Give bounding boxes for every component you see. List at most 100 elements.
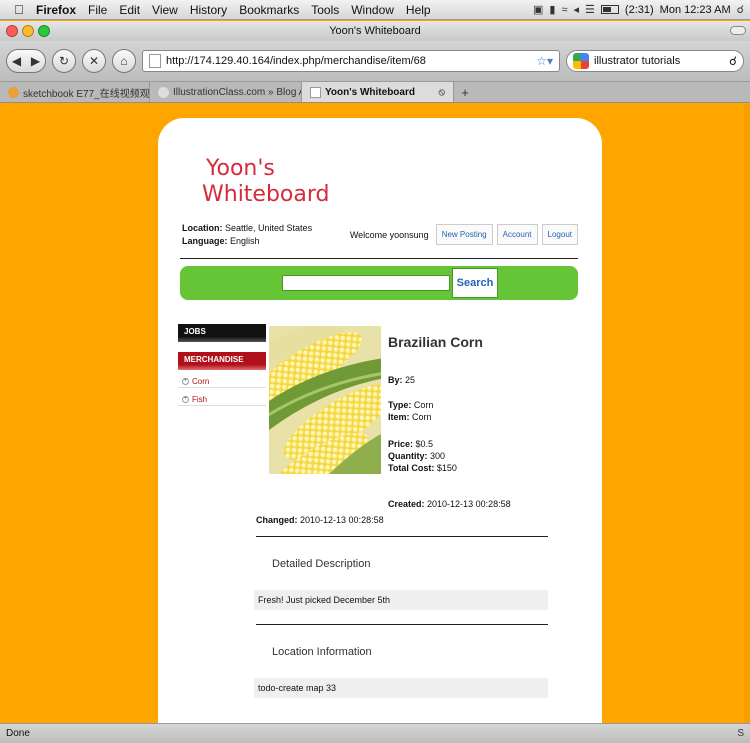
- page-content: Yoon's Whiteboard Location: Seattle, Uni…: [0, 104, 750, 723]
- site-search-button[interactable]: Search: [452, 268, 498, 298]
- sidebar-item-label: Corn: [192, 376, 210, 386]
- flag-icon[interactable]: ☰: [585, 3, 595, 16]
- menu-file[interactable]: File: [82, 3, 113, 17]
- detail-price: Price: $0.5 Quantity: 300 Total Cost: $1…: [388, 438, 457, 474]
- tab-favicon-icon: [8, 86, 19, 98]
- new-tab-button[interactable]: +: [454, 82, 476, 102]
- minimize-window-icon[interactable]: [22, 25, 34, 37]
- created-value: 2010-12-13 00:28:58: [427, 499, 511, 509]
- battery-icon[interactable]: [600, 5, 619, 14]
- page-icon: [149, 54, 161, 68]
- url-text[interactable]: http://174.129.40.164/index.php/merchand…: [166, 55, 531, 67]
- window-controls: [6, 25, 50, 37]
- tab-bar: sketchbook E77_在线视频观看_土... ⦸ Illustratio…: [0, 81, 750, 103]
- logout-button[interactable]: Logout: [541, 224, 578, 245]
- location-heading: Location Information: [272, 646, 372, 658]
- new-posting-button[interactable]: New Posting: [435, 224, 493, 245]
- detail-by: By: 25: [388, 374, 415, 386]
- tab-favicon-icon: [158, 86, 169, 98]
- evernote-icon[interactable]: ▮: [549, 3, 555, 16]
- tab-label: sketchbook E77_在线视频观看_土...: [23, 88, 150, 100]
- total-cost-label: Total Cost:: [388, 463, 435, 473]
- back-forward-buttons: ◀ ▶: [6, 49, 46, 73]
- detail-type: Type: Corn Item: Corn: [388, 399, 433, 423]
- forward-icon[interactable]: ▶: [26, 54, 45, 68]
- sidebar-item-corn[interactable]: + Corn: [178, 372, 266, 388]
- language-label: Language:: [182, 236, 228, 246]
- tab-label: IllustrationClass.com » Blog Ar...: [173, 86, 301, 98]
- tab-sketchbook[interactable]: sketchbook E77_在线视频观看_土... ⦸: [0, 82, 150, 102]
- status-addon-icon[interactable]: S: [737, 728, 744, 739]
- quantity-value: 300: [430, 451, 446, 461]
- category-merchandise[interactable]: MERCHANDISE: [178, 352, 266, 370]
- search-bar[interactable]: illustrator tutorials ☌: [566, 50, 744, 72]
- quantity-label: Quantity:: [388, 451, 428, 461]
- window-title-bar: Yoon's Whiteboard: [0, 21, 750, 41]
- wifi-icon[interactable]: ≈: [561, 4, 567, 16]
- dropbox-icon[interactable]: ▣: [533, 3, 543, 16]
- account-button[interactable]: Account: [496, 224, 538, 245]
- home-icon: ⌂: [120, 54, 128, 68]
- back-icon[interactable]: ◀: [7, 54, 26, 68]
- sidebar-item-fish[interactable]: + Fish: [178, 390, 266, 406]
- spotlight-icon[interactable]: ☌: [737, 3, 744, 16]
- category-jobs[interactable]: JOBS: [178, 324, 266, 342]
- created-label: Created:: [388, 499, 425, 509]
- tab-close-icon[interactable]: ⦸: [438, 87, 445, 98]
- tab-favicon-icon: [310, 86, 321, 98]
- language-value: English: [230, 236, 260, 246]
- welcome-text: Welcome yoonsung: [349, 229, 429, 240]
- price-label: Price:: [388, 439, 414, 449]
- site-logo[interactable]: Yoon's Whiteboard: [202, 156, 330, 208]
- tab-yoons-whiteboard[interactable]: Yoon's Whiteboard ⦸: [302, 82, 454, 102]
- location-label: Location:: [182, 223, 223, 233]
- expand-icon[interactable]: +: [182, 395, 189, 403]
- corn-picture: [269, 326, 381, 474]
- site-search-input[interactable]: [282, 275, 450, 291]
- by-value: 25: [405, 375, 416, 385]
- menu-help[interactable]: Help: [400, 3, 437, 17]
- expand-icon[interactable]: +: [182, 377, 189, 385]
- menu-extras: ▣ ▮ ≈ ◂ ☰ (2:31) Mon 12:23 AM ☌: [533, 3, 750, 17]
- google-icon[interactable]: [573, 53, 589, 69]
- reload-button[interactable]: ↻: [52, 49, 76, 73]
- user-bar: Welcome yoonsung New Posting Account Log…: [350, 224, 578, 245]
- menu-bookmarks[interactable]: Bookmarks: [233, 3, 305, 17]
- sidebar-item-label: Fish: [192, 394, 208, 404]
- menu-tools[interactable]: Tools: [305, 3, 345, 17]
- location-text: todo-create map 33: [254, 678, 548, 698]
- mac-menu-bar:  Firefox File Edit View History Bookmar…: [0, 0, 750, 20]
- status-text: Done: [6, 728, 30, 739]
- zoom-window-icon[interactable]: [38, 25, 50, 37]
- site-card: Yoon's Whiteboard Location: Seattle, Uni…: [158, 118, 602, 723]
- stop-button[interactable]: ✕: [82, 49, 106, 73]
- toolbar-toggle-icon[interactable]: [730, 26, 746, 35]
- status-bar: Done S: [0, 723, 750, 743]
- price-value: $0.5: [415, 439, 434, 449]
- menu-view[interactable]: View: [146, 3, 184, 17]
- bookmark-star-icon[interactable]: ☆▾: [536, 54, 553, 68]
- tab-illustrationclass[interactable]: IllustrationClass.com » Blog Ar... ⦸: [150, 82, 302, 102]
- home-button[interactable]: ⌂: [112, 49, 136, 73]
- menu-history[interactable]: History: [184, 3, 233, 17]
- close-window-icon[interactable]: [6, 25, 18, 37]
- detail-created: Created: 2010-12-13 00:28:58: [388, 498, 511, 510]
- magnifier-icon[interactable]: ☌: [729, 54, 737, 68]
- menu-window[interactable]: Window: [345, 3, 400, 17]
- volume-icon[interactable]: ◂: [574, 3, 580, 16]
- menu-firefox[interactable]: Firefox: [30, 3, 82, 17]
- battery-time: (2:31): [624, 3, 654, 16]
- page-scrollbar[interactable]: [744, 104, 750, 723]
- type-value: Corn: [413, 400, 434, 410]
- item-label: Item:: [388, 412, 410, 422]
- description-divider: [256, 536, 548, 537]
- apple-icon[interactable]: : [8, 2, 30, 17]
- location-info: Location: Seattle, United States Languag…: [182, 222, 312, 248]
- description-heading: Detailed Description: [272, 558, 371, 570]
- search-bar-text[interactable]: illustrator tutorials: [594, 55, 724, 67]
- by-label: By:: [388, 375, 403, 385]
- menu-edit[interactable]: Edit: [113, 3, 146, 17]
- menu-clock[interactable]: Mon 12:23 AM: [660, 4, 731, 16]
- changed-label: Changed:: [256, 515, 298, 525]
- url-bar[interactable]: http://174.129.40.164/index.php/merchand…: [142, 50, 560, 72]
